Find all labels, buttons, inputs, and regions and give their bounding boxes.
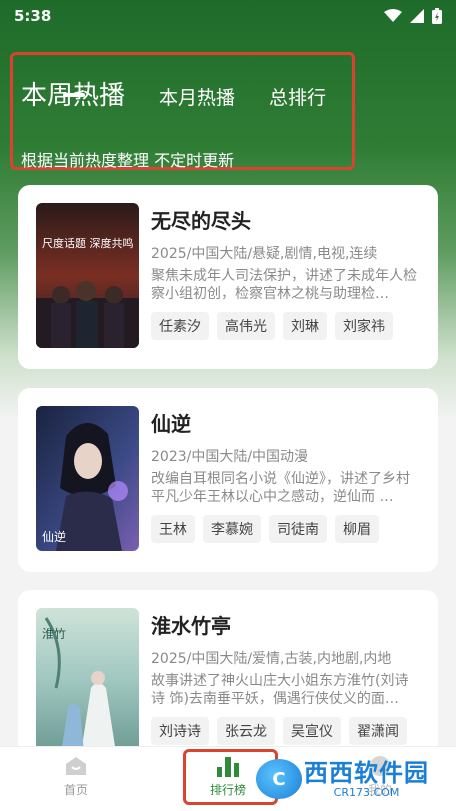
battery-icon <box>432 8 442 24</box>
signal-icon <box>410 9 424 23</box>
cast-chip[interactable]: 李慕婉 <box>203 515 261 543</box>
item-title[interactable]: 仙逆 <box>151 408 421 437</box>
poster-image[interactable]: 仙逆 <box>36 406 139 551</box>
item-description: 改编自耳根同名小说《仙逆》，讲述了乡村平凡少年王林以心中之感动，逆仙而 … <box>151 471 410 505</box>
cast-chip[interactable]: 翟潇闻 <box>349 717 407 745</box>
item-meta: 2023/中国大陆/中国动漫 <box>151 449 309 465</box>
status-icons <box>384 8 442 24</box>
ranking-tabs-highlight: 本周热播 本月热播 总排行 根据当前热度整理 不定时更新 <box>10 52 355 170</box>
poster-caption: 淮竹 <box>42 627 66 641</box>
status-bar: 5:38 <box>0 0 456 32</box>
watermark-logo: C <box>256 759 302 799</box>
item-description: 聚焦未成年人司法保护，讲述了未成年人检察小组初创，检察官林之桃与助理检… <box>151 268 417 302</box>
poster-image[interactable]: 淮竹 <box>36 608 139 753</box>
tab-monthly[interactable]: 本月热播 <box>159 83 235 112</box>
ranking-subtitle: 根据当前热度整理 不定时更新 <box>21 151 235 170</box>
cast-chip[interactable]: 刘诗诗 <box>151 717 209 745</box>
list-item[interactable]: 仙逆 仙逆 2023/中国大陆/中国动漫 改编自耳根同名小说《仙逆》，讲述了乡村… <box>18 388 438 572</box>
cast-chip[interactable]: 高伟光 <box>217 312 275 340</box>
nav-home-label: 首页 <box>63 783 88 797</box>
nav-home[interactable]: 首页 <box>36 755 116 798</box>
cast-chip[interactable]: 刘琳 <box>283 312 327 340</box>
poster-caption: 尺度话题 深度共鸣 <box>42 236 134 250</box>
cast-chip[interactable]: 张云龙 <box>217 717 275 745</box>
wifi-icon <box>384 9 402 22</box>
cast-chip[interactable]: 刘家祎 <box>335 312 393 340</box>
cast-chip[interactable]: 王林 <box>151 515 195 543</box>
status-time: 5:38 <box>14 7 52 25</box>
home-icon <box>66 757 86 775</box>
watermark-text: 西西软件园 <box>304 758 429 787</box>
cast-chip[interactable]: 任素汐 <box>151 312 209 340</box>
cast-list: 任素汐 高伟光 刘琳 刘家祎 <box>151 312 421 340</box>
watermark: C 西西软件园 CR173.COM <box>256 757 436 801</box>
item-meta: 2025/中国大陆/爱情,古装,内地剧,内地 <box>151 651 392 667</box>
cast-chip[interactable]: 柳眉 <box>335 515 379 543</box>
poster-image[interactable]: 尺度话题 深度共鸣 <box>36 203 139 348</box>
list-item[interactable]: 尺度话题 深度共鸣 无尽的尽头 2025/中国大陆/悬疑,剧情,电视,连续 聚焦… <box>18 185 438 369</box>
cast-chip[interactable]: 司徒南 <box>269 515 327 543</box>
tab-active-indicator <box>63 93 85 97</box>
item-title[interactable]: 无尽的尽头 <box>151 205 421 234</box>
item-meta: 2025/中国大陆/悬疑,剧情,电视,连续 <box>151 246 378 262</box>
cast-list: 刘诗诗 张云龙 吴宣仪 翟潇闻 <box>151 717 421 745</box>
cast-list: 王林 李慕婉 司徒南 柳眉 <box>151 515 421 543</box>
item-title[interactable]: 淮水竹亭 <box>151 610 421 639</box>
item-description: 故事讲述了神火山庄大小姐东方淮竹(刘诗诗 饰)去南垂平妖，偶遇行侠仗义的面… <box>151 673 409 707</box>
cast-chip[interactable]: 吴宣仪 <box>283 717 341 745</box>
tab-overall[interactable]: 总排行 <box>269 83 326 112</box>
poster-caption: 仙逆 <box>42 529 66 544</box>
watermark-url: CR173.COM <box>333 785 400 799</box>
